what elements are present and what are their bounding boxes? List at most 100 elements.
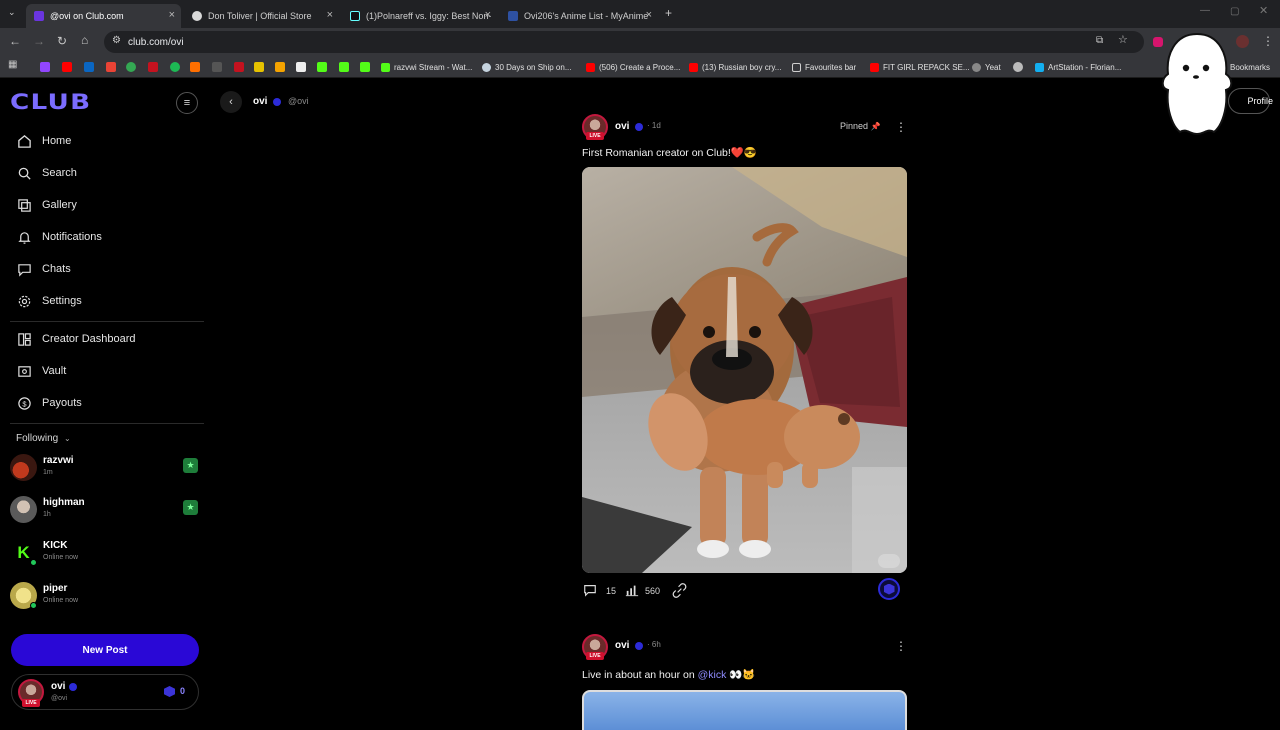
bookmark-icon[interactable] xyxy=(212,62,222,72)
new-post-button[interactable]: New Post xyxy=(11,634,199,666)
bookmark-icon[interactable] xyxy=(62,62,72,72)
online-dot-icon xyxy=(30,602,37,609)
live-badge: LIVE xyxy=(586,652,604,660)
coin-shape xyxy=(883,583,895,595)
image-expand-icon[interactable] xyxy=(878,554,900,568)
post-menu-icon[interactable]: ⋮ xyxy=(895,120,907,134)
post-time: · 1d xyxy=(647,121,661,130)
bookmark-razvwi[interactable]: razvwi Stream - Wat... xyxy=(381,60,472,74)
sidebar-divider xyxy=(10,321,204,322)
sidebar-item-label: Search xyxy=(42,167,77,179)
new-tab-icon[interactable]: + xyxy=(665,7,672,19)
sidebar-item-gallery[interactable]: Gallery xyxy=(16,194,77,216)
following-item-razvwi[interactable]: razvwi 1m ★ xyxy=(10,452,200,486)
pinned-text: Pinned xyxy=(840,121,869,131)
following-item-kick[interactable]: K KICK Online now xyxy=(10,537,200,571)
sidebar-item-creator-dashboard[interactable]: Creator Dashboard xyxy=(16,328,136,350)
back-icon[interactable]: ← xyxy=(9,35,21,47)
bookmarks-folder[interactable]: Bookmarks xyxy=(1230,60,1270,74)
bookmark-icon[interactable] xyxy=(170,62,180,72)
following-item-piper[interactable]: piper Online now xyxy=(10,580,200,614)
reload-icon[interactable]: ↻ xyxy=(57,35,67,47)
following-toggle[interactable]: Following ⌄ xyxy=(16,433,71,444)
club-favicon-icon xyxy=(34,11,44,21)
post-author[interactable]: ovi xyxy=(615,640,629,651)
bookmark-artstation[interactable]: ArtStation - Florian... xyxy=(1035,60,1121,74)
bookmark-icon[interactable] xyxy=(360,62,370,72)
address-bar[interactable]: ⚙ club.com/ovi ⧉ ☆ xyxy=(104,31,1144,53)
star-bookmark-icon[interactable]: ☆ xyxy=(1118,35,1128,46)
sidebar-item-label: Notifications xyxy=(42,231,102,243)
bookmark-steam[interactable]: 30 Days on Ship on... xyxy=(482,60,572,74)
post-menu-icon[interactable]: ⋮ xyxy=(895,639,907,653)
close-window-icon[interactable]: ✕ xyxy=(1259,6,1268,17)
bookmark-label: FIT GIRL REPACK SE... xyxy=(883,62,970,72)
post-image[interactable] xyxy=(582,167,907,573)
club-logo[interactable]: CLUB xyxy=(10,90,91,114)
sidebar-collapse-button[interactable]: ≡ xyxy=(176,92,198,114)
bookmark-yeat[interactable]: Yeat xyxy=(972,60,1001,74)
sidebar-item-home[interactable]: Home xyxy=(16,130,71,152)
tab-search-icon[interactable]: ⌄ xyxy=(8,8,16,17)
browser-menu-icon[interactable]: ⋮ xyxy=(1262,35,1274,47)
comments-stat[interactable]: 15 xyxy=(583,583,616,599)
sidebar-item-payouts[interactable]: $ Payouts xyxy=(16,392,82,414)
following-item-highman[interactable]: highman 1h ★ xyxy=(10,494,200,528)
bookmark-icon[interactable] xyxy=(317,62,327,72)
tip-coin-icon[interactable] xyxy=(878,578,900,600)
close-icon[interactable]: × xyxy=(485,9,491,21)
bookmark-icon[interactable] xyxy=(148,62,158,72)
store-favicon-icon xyxy=(192,11,202,21)
bookmark-youtube-2[interactable]: (13) Russian boy cry... xyxy=(689,60,781,74)
gear-icon xyxy=(16,293,32,309)
sidebar-item-label: Chats xyxy=(42,263,71,275)
account-card[interactable]: LIVE ovi @ovi 0 xyxy=(11,674,199,710)
sidebar-item-vault[interactable]: Vault xyxy=(16,360,66,382)
post-image[interactable] xyxy=(582,690,907,730)
sidebar-item-settings[interactable]: Settings xyxy=(16,290,82,312)
vault-icon xyxy=(16,363,32,379)
bookmark-icon[interactable] xyxy=(296,62,306,72)
share-link-icon[interactable] xyxy=(672,583,687,603)
tab-tiktok[interactable]: (1)Polnareff vs. Iggy: Best Non- × xyxy=(342,4,497,28)
bookmark-icon[interactable] xyxy=(84,62,94,72)
tab-club[interactable]: @ovi on Club.com × xyxy=(26,4,181,28)
minimize-icon[interactable]: — xyxy=(1200,6,1210,16)
bookmark-fitgirl[interactable]: FIT GIRL REPACK SE... xyxy=(870,60,970,74)
close-icon[interactable]: × xyxy=(646,9,652,21)
bookmark-icon[interactable] xyxy=(106,62,116,72)
forward-icon[interactable]: → xyxy=(33,35,45,47)
post-author[interactable]: ovi xyxy=(615,121,629,132)
sidebar-item-search[interactable]: Search xyxy=(16,162,77,184)
bookmark-icon[interactable] xyxy=(126,62,136,72)
bookmark-icon[interactable] xyxy=(40,62,50,72)
user-profile-icon[interactable] xyxy=(1236,35,1249,48)
tab-don-toliver[interactable]: Don Toliver | Official Store × xyxy=(184,4,339,28)
close-icon[interactable]: × xyxy=(169,9,175,21)
bookmark-youtube-1[interactable]: (506) Create a Proce... xyxy=(586,60,680,74)
radiation-bookmark-icon[interactable] xyxy=(1013,62,1023,72)
artstation-icon xyxy=(1035,62,1044,72)
home-browser-icon[interactable]: ⌂ xyxy=(81,34,88,46)
gallery-icon xyxy=(16,197,32,213)
maximize-icon[interactable]: ▢ xyxy=(1230,7,1239,17)
close-icon[interactable]: × xyxy=(327,9,333,21)
back-button[interactable]: ‹ xyxy=(220,91,242,113)
following-name: highman xyxy=(43,497,85,508)
bookmark-icon[interactable] xyxy=(190,62,200,72)
sidebar-item-notifications[interactable]: Notifications xyxy=(16,226,102,248)
apps-grid-icon[interactable]: ▦ xyxy=(8,60,17,70)
install-app-icon[interactable]: ⧉ xyxy=(1096,36,1103,46)
bookmark-icon[interactable] xyxy=(254,62,264,72)
tab-myanimelist[interactable]: Ovi206's Anime List - MyAnime × xyxy=(500,4,658,28)
bookmark-icon[interactable] xyxy=(275,62,285,72)
sidebar-item-chats[interactable]: Chats xyxy=(16,258,71,280)
site-info-icon[interactable]: ⚙ xyxy=(112,36,121,46)
bookmark-icon[interactable] xyxy=(234,62,244,72)
post-text: First Romanian creator on Club!❤️😎 xyxy=(582,147,757,159)
bookmark-favourites[interactable]: Favourites bar xyxy=(792,60,856,74)
bookmark-icon[interactable] xyxy=(339,62,349,72)
mention-link[interactable]: @kick xyxy=(698,669,727,681)
post-text: Live in about an hour on @kick 👀🐱 xyxy=(582,668,755,681)
home-icon xyxy=(16,133,32,149)
